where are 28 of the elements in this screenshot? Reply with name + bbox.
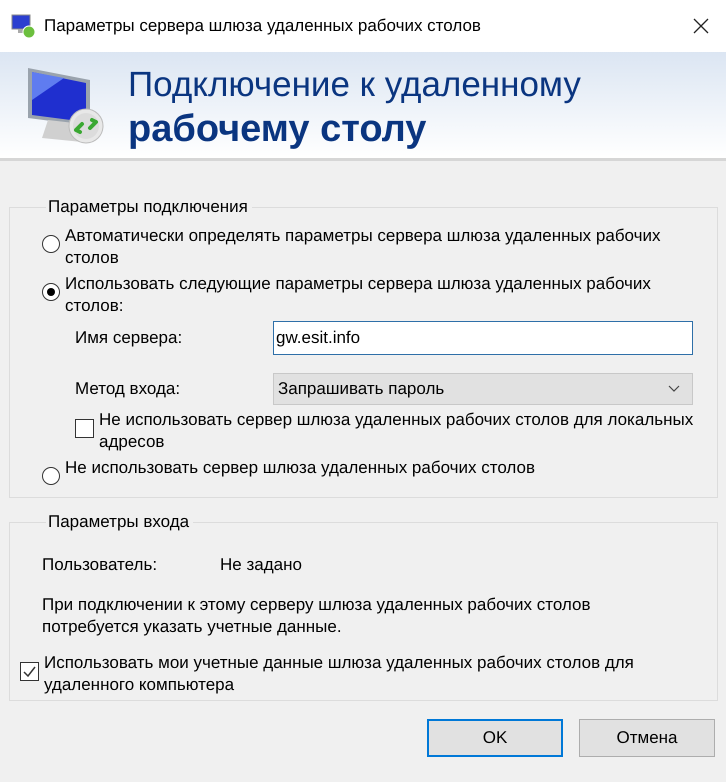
radio-button[interactable] [42, 283, 60, 301]
radio-label: Автоматически определять параметры сервера шлюза удаленных рабочих столов [65, 225, 662, 269]
server-name-field[interactable]: gw.esit.info [273, 321, 693, 355]
radio-label: Не использовать сервер шлюза удаленных рабочих столов [65, 457, 535, 479]
radio-label: Использовать следующие параметры сервера шлюза удаленных рабочих столов: [65, 273, 652, 317]
group-title: Параметры подключения [47, 197, 249, 217]
cancel-button[interactable]: Отмена [579, 719, 715, 757]
checkmark-icon [22, 664, 37, 679]
credentials-note: При подключении к этому серверу шлюза удаленных рабочих столов потребуется указать учетные данные. [42, 594, 592, 638]
remote-desktop-icon [10, 13, 36, 39]
user-value: Не задано [220, 554, 302, 576]
checkbox-label: Не использовать сервер шлюза удаленных рабочих столов для локальных адресов [99, 409, 694, 453]
field-label: Имя сервера: [75, 328, 184, 348]
group-title: Параметры входа [47, 512, 190, 532]
window-title: Параметры сервера шлюза удаленных рабочих столов [44, 16, 482, 36]
login-method-dropdown[interactable]: Запрашивать пароль [273, 373, 693, 405]
chevron-down-icon [668, 385, 680, 393]
checkbox[interactable] [20, 662, 39, 681]
close-icon [693, 18, 709, 34]
user-label: Пользователь: [42, 554, 158, 576]
radio-button[interactable] [42, 235, 60, 253]
field-label: Метод входа: [75, 379, 182, 399]
banner-subtitle: рабочему столу [128, 107, 428, 152]
checkbox[interactable] [75, 419, 94, 438]
radio-button[interactable] [42, 467, 60, 485]
checkbox-label: Использовать мои учетные данные шлюза удаленных рабочих столов для удаленного компьютера [44, 652, 635, 696]
banner-title: Подключение к удаленному [128, 64, 581, 106]
ok-button[interactable]: OK [427, 719, 563, 757]
